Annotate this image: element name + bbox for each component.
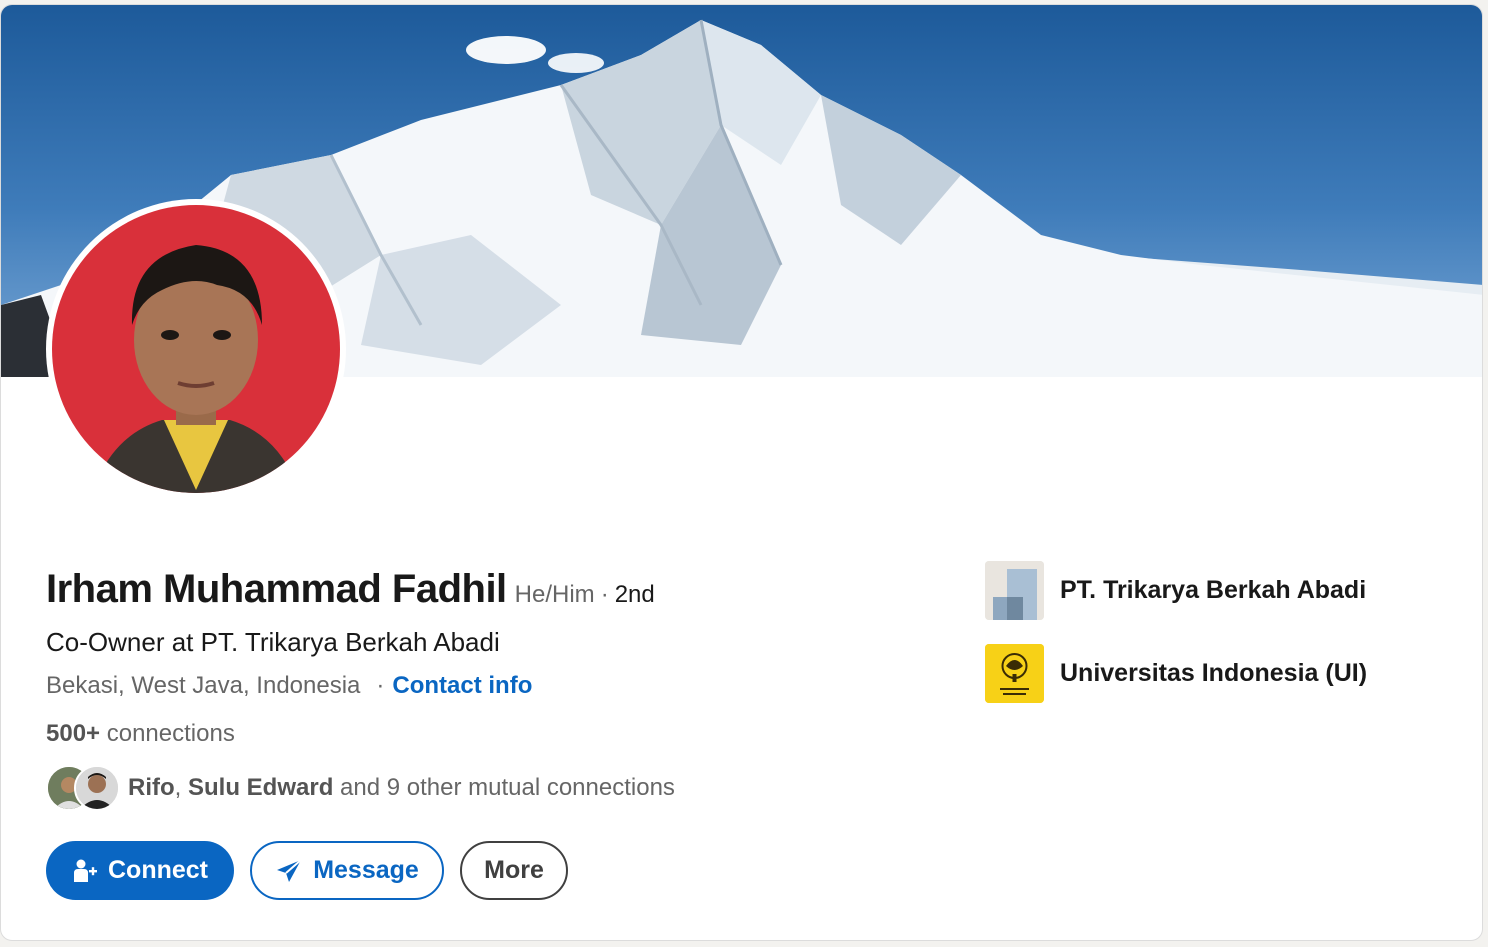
university-logo-icon <box>985 644 1044 703</box>
current-company-link[interactable]: PT. Trikarya Berkah Abadi <box>985 561 1366 620</box>
connections-link[interactable]: 500+ connections <box>46 720 235 748</box>
profile-actions: Connect Message More <box>46 841 568 900</box>
profile-photo[interactable] <box>46 199 346 499</box>
more-label: More <box>484 856 544 884</box>
profile-name-row: Irham Muhammad Fadhil He/Him · 2nd <box>46 567 655 612</box>
profile-headline: Co-Owner at PT. Trikarya Berkah Abadi <box>46 627 500 657</box>
connections-label: connections <box>106 720 235 747</box>
message-button[interactable]: Message <box>250 841 444 900</box>
profile-name: Irham Muhammad Fadhil <box>46 567 507 611</box>
pronouns: He/Him <box>514 581 595 608</box>
education-label: Universitas Indonesia (UI) <box>1060 659 1368 687</box>
location-separator: · <box>376 672 385 699</box>
connections-count: 500+ <box>46 720 101 747</box>
mutual-connections-text: Rifo, Sulu Edward and 9 other mutual con… <box>128 774 675 802</box>
profile-photo-image <box>52 205 340 493</box>
mutual-rest: and 9 other mutual connections <box>340 774 675 801</box>
contact-info-link[interactable]: Contact info <box>392 672 532 700</box>
profile-location: Bekasi, West Java, Indonesia <box>46 672 361 699</box>
more-button[interactable]: More <box>460 841 568 900</box>
connection-degree: 2nd <box>614 581 655 608</box>
mutual-name-first: Rifo <box>128 774 175 801</box>
add-person-icon <box>72 858 98 884</box>
education-link[interactable]: Universitas Indonesia (UI) <box>985 644 1367 703</box>
location-row: Bekasi, West Java, Indonesia · Contact i… <box>46 672 532 700</box>
mutual-name-second: Sulu Edward <box>188 774 334 801</box>
mutual-avatars <box>46 765 124 811</box>
current-company-label: PT. Trikarya Berkah Abadi <box>1060 576 1367 604</box>
degree-separator: · <box>600 581 609 608</box>
profile-card: Irham Muhammad Fadhil He/Him · 2nd Co-Ow… <box>0 4 1483 941</box>
connect-button[interactable]: Connect <box>46 841 234 900</box>
mutual-connections-link[interactable]: Rifo, Sulu Edward and 9 other mutual con… <box>46 765 675 811</box>
connect-label: Connect <box>108 856 208 884</box>
message-label: Message <box>313 856 419 884</box>
mutual-avatar-sulu-edward <box>74 765 120 811</box>
send-icon <box>275 858 303 884</box>
company-logo-icon <box>985 561 1044 620</box>
mutual-comma: , <box>174 774 182 801</box>
